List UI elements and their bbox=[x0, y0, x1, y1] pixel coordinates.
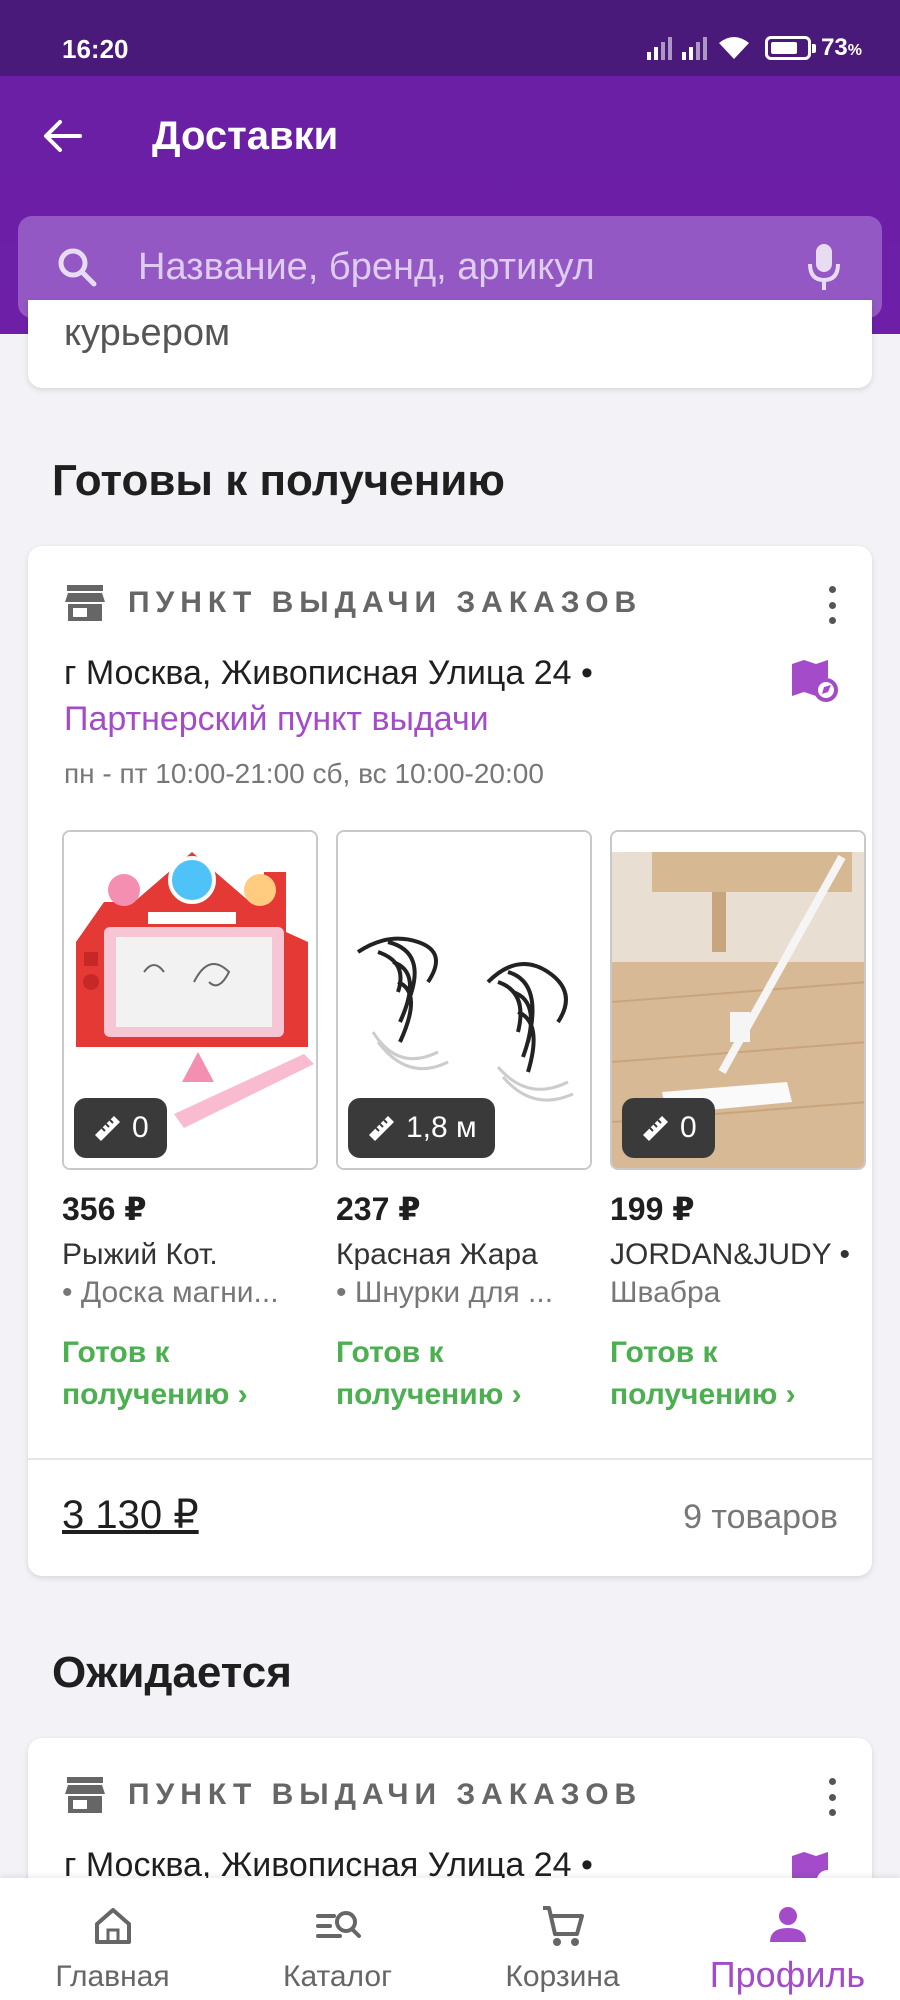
more-options-icon[interactable] bbox=[828, 1778, 836, 1816]
search-icon bbox=[58, 248, 97, 287]
pickup-point-label: ПУНКТ ВЫДАЧИ ЗАКАЗОВ bbox=[128, 586, 643, 619]
battery-icon bbox=[765, 36, 817, 60]
map-route-icon[interactable] bbox=[790, 656, 838, 704]
catalog-search-icon bbox=[315, 1911, 361, 1938]
status-time: 16:20 bbox=[62, 34, 129, 64]
product-image[interactable]: 0 bbox=[62, 830, 318, 1170]
ruler-icon bbox=[369, 1116, 394, 1141]
ready-status-link[interactable]: Готов к получению › bbox=[62, 1332, 248, 1416]
pickup-point-header: ПУНКТ ВЫДАЧИ ЗАКАЗОВ bbox=[64, 582, 642, 624]
store-icon bbox=[65, 1777, 105, 1813]
items-carousel[interactable]: 0 1,8 м 0 bbox=[62, 830, 872, 1170]
status-bar: 16:20 73% bbox=[0, 0, 900, 76]
size-value: 0 bbox=[132, 1111, 149, 1144]
status-icons: 73% bbox=[647, 34, 862, 62]
size-value: 0 bbox=[680, 1111, 697, 1144]
product-description: • Шнурки для ... bbox=[336, 1276, 554, 1309]
back-arrow-icon[interactable] bbox=[40, 114, 84, 158]
nav-catalog[interactable]: Каталог bbox=[225, 1878, 450, 2000]
product-price: 199 ₽ bbox=[610, 1191, 695, 1227]
page-title: Доставки bbox=[152, 114, 339, 158]
nav-label: Главная bbox=[55, 1960, 170, 1993]
store-icon bbox=[65, 585, 105, 621]
cart-icon bbox=[542, 1906, 584, 1946]
working-hours: пн - пт 10:00-21:00 сб, вс 10:00-20:00 bbox=[64, 758, 544, 789]
previous-order-card[interactable]: курьером bbox=[28, 300, 872, 388]
product-description: • Доска магни... bbox=[62, 1276, 279, 1309]
product-image[interactable]: 0 bbox=[610, 830, 866, 1170]
product-description: Швабра bbox=[610, 1276, 721, 1309]
nav-label: Профиль bbox=[709, 1954, 866, 1995]
order-total[interactable]: 3 130 ₽ bbox=[62, 1492, 199, 1538]
app-header: 16:20 73% Доставки Название, бренд, арти… bbox=[0, 0, 900, 334]
nav-profile[interactable]: Профиль bbox=[675, 1878, 900, 2000]
signal-icon bbox=[647, 36, 673, 60]
profile-icon bbox=[769, 1907, 806, 1942]
ready-status-link[interactable]: Готов к получению › bbox=[336, 1332, 522, 1416]
pickup-address: г Москва, Живописная Улица 24 • bbox=[64, 654, 593, 692]
section-title-expected: Ожидается bbox=[52, 1648, 292, 1697]
nav-label: Каталог bbox=[282, 1960, 393, 1993]
nav-label: Корзина bbox=[505, 1960, 620, 1993]
battery-percent: 73% bbox=[821, 34, 862, 61]
product-image[interactable]: 1,8 м bbox=[336, 830, 592, 1170]
ruler-icon bbox=[95, 1116, 120, 1141]
partner-point-link[interactable]: Партнерский пункт выдачи bbox=[64, 700, 489, 739]
delivery-method-text: курьером bbox=[64, 312, 231, 354]
wifi-icon bbox=[719, 37, 750, 59]
ruler-icon bbox=[643, 1116, 668, 1141]
size-badge: 0 bbox=[622, 1098, 715, 1158]
ready-status-link[interactable]: Готов к получению › bbox=[610, 1332, 796, 1416]
search-input[interactable]: Название, бренд, артикул bbox=[138, 246, 595, 289]
product-price: 356 ₽ bbox=[62, 1191, 147, 1227]
nav-cart[interactable]: Корзина bbox=[450, 1878, 675, 2000]
items-count: 9 товаров bbox=[683, 1498, 838, 1536]
top-bar: Доставки bbox=[0, 76, 900, 216]
signal-icon-2 bbox=[682, 36, 708, 60]
product-item[interactable]: 0 bbox=[610, 830, 866, 1170]
more-options-icon[interactable] bbox=[828, 586, 836, 624]
product-item[interactable]: 0 bbox=[62, 830, 318, 1170]
bottom-navigation: Главная Каталог Корзина Профиль bbox=[0, 1878, 900, 2000]
pickup-point-label: ПУНКТ ВЫДАЧИ ЗАКАЗОВ bbox=[128, 1778, 643, 1811]
product-brand: Рыжий Кот. bbox=[62, 1238, 218, 1271]
pickup-order-card[interactable]: ПУНКТ ВЫДАЧИ ЗАКАЗОВ г Москва, Живописна… bbox=[28, 546, 872, 1576]
card-divider bbox=[28, 1458, 872, 1460]
home-icon bbox=[94, 1908, 131, 1944]
size-badge: 0 bbox=[74, 1098, 167, 1158]
size-value: 1,8 м bbox=[406, 1111, 477, 1144]
pickup-point-header: ПУНКТ ВЫДАЧИ ЗАКАЗОВ bbox=[64, 1774, 642, 1816]
nav-home[interactable]: Главная bbox=[0, 1878, 225, 2000]
product-price: 237 ₽ bbox=[336, 1191, 421, 1227]
section-title-ready: Готовы к получению bbox=[52, 456, 505, 505]
product-item[interactable]: 1,8 м bbox=[336, 830, 592, 1170]
product-brand: JORDAN&JUDY • bbox=[610, 1238, 850, 1271]
microphone-icon[interactable] bbox=[804, 240, 844, 292]
product-brand: Красная Жара bbox=[336, 1238, 538, 1271]
size-badge: 1,8 м bbox=[348, 1098, 495, 1158]
